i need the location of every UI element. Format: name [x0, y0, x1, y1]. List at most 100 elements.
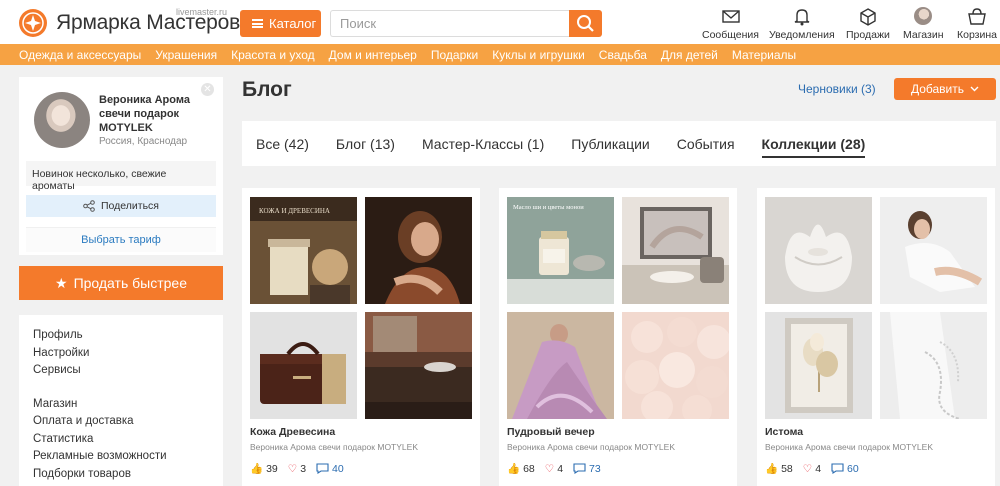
- catalog-button[interactable]: Каталог: [240, 10, 321, 37]
- tab-all[interactable]: Все (42): [256, 136, 309, 152]
- sidebar-item-shop[interactable]: Магазин: [33, 396, 223, 414]
- collection-image[interactable]: [622, 312, 729, 419]
- tab-blog[interactable]: Блог (13): [336, 136, 395, 152]
- collection-title[interactable]: Пудровый вечер: [507, 426, 595, 438]
- nav-shop[interactable]: Магазин: [903, 7, 944, 41]
- collection-card[interactable]: Масло ши и цветы монои Пудровый вечер Ве…: [499, 188, 737, 486]
- profile-note[interactable]: Новинок несколько, свежие ароматы: [26, 161, 216, 192]
- share-button[interactable]: Поделиться: [26, 195, 216, 217]
- sidebar-item-ads[interactable]: Рекламные возможности: [33, 448, 223, 466]
- collection-card[interactable]: КОЖА И ДРЕВЕСИНА Кожа Древесина Вероника…: [242, 188, 480, 486]
- likes-count: 58: [781, 462, 793, 475]
- nav-notifications[interactable]: Уведомления: [769, 7, 835, 41]
- profile-name[interactable]: Вероника Арома свечи подарок MOTYLEK: [99, 93, 214, 135]
- likes-stat[interactable]: 👍 68: [507, 462, 535, 476]
- tab-events[interactable]: События: [677, 136, 735, 152]
- envelope-icon: [721, 10, 740, 23]
- favorites-stat[interactable]: ♡ 3: [288, 463, 306, 475]
- favorites-stat[interactable]: ♡ 4: [803, 463, 821, 475]
- thumbs-up-icon: 👍: [250, 463, 264, 475]
- heart-icon: ♡: [287, 462, 298, 475]
- collection-image[interactable]: Масло ши и цветы монои: [507, 197, 614, 304]
- collection-image[interactable]: [365, 312, 472, 419]
- sidebar-item-collections[interactable]: Подборки товаров: [33, 466, 223, 484]
- sidebar-item-services[interactable]: Сервисы: [33, 362, 223, 380]
- likes-count: 68: [523, 462, 535, 475]
- nav-cart-label: Корзина: [957, 29, 997, 41]
- collection-image[interactable]: [250, 312, 357, 419]
- favorites-stat[interactable]: ♡ 4: [545, 463, 563, 475]
- category-link[interactable]: Украшения: [155, 48, 217, 62]
- add-button[interactable]: Добавить: [894, 78, 996, 100]
- collection-title[interactable]: Истома: [765, 426, 803, 438]
- nav-cart[interactable]: Корзина: [957, 7, 997, 41]
- favorites-count: 4: [815, 462, 822, 475]
- category-link[interactable]: Дом и интерьер: [329, 48, 417, 62]
- tab-master-classes[interactable]: Мастер-Классы (1): [422, 136, 544, 152]
- tab-publications[interactable]: Публикации: [571, 136, 649, 152]
- collection-image[interactable]: [880, 197, 987, 304]
- drafts-link[interactable]: Черновики (3): [798, 82, 876, 96]
- search-button[interactable]: [569, 10, 602, 37]
- comments-count: 60: [847, 462, 859, 475]
- collection-card[interactable]: Истома Вероника Арома свечи подарок MOTY…: [757, 188, 995, 486]
- heart-icon: ♡: [544, 462, 555, 475]
- collection-image[interactable]: [765, 312, 872, 419]
- share-label: Поделиться: [101, 200, 159, 212]
- likes-stat[interactable]: 👍 39: [250, 462, 278, 476]
- profile-avatar[interactable]: [34, 92, 90, 148]
- category-link[interactable]: Куклы и игрушки: [492, 48, 585, 62]
- collection-stats: 👍 58 ♡ 4 60: [765, 462, 859, 476]
- likes-stat[interactable]: 👍 58: [765, 462, 793, 476]
- brand-domain: livemaster.ru: [176, 7, 228, 17]
- likes-count: 39: [266, 462, 278, 475]
- share-icon: [83, 200, 95, 212]
- sidebar-item-payment[interactable]: Оплата и доставка: [33, 413, 223, 431]
- logo-icon[interactable]: [18, 8, 48, 38]
- comments-stat[interactable]: 60: [831, 463, 859, 475]
- favorites-count: 3: [300, 462, 307, 475]
- category-bar: Одежда и аксессуары Украшения Красота и …: [0, 44, 1000, 65]
- collection-author[interactable]: Вероника Арома свечи подарок MOTYLEK: [250, 442, 418, 452]
- comments-count: 73: [589, 462, 601, 475]
- sell-faster-button[interactable]: ★ Продать быстрее: [19, 266, 223, 300]
- sidebar-item-statistics[interactable]: Статистика: [33, 431, 223, 449]
- category-link[interactable]: Свадьба: [599, 48, 647, 62]
- collection-image[interactable]: [880, 312, 987, 419]
- nav-messages-label: Сообщения: [702, 29, 759, 41]
- box-icon: [860, 8, 876, 26]
- comment-icon: [831, 463, 844, 474]
- collection-author[interactable]: Вероника Арома свечи подарок MOTYLEK: [507, 442, 675, 452]
- category-link[interactable]: Подарки: [431, 48, 478, 62]
- close-icon[interactable]: ✕: [201, 83, 214, 96]
- collection-stats: 👍 39 ♡ 3 40: [250, 462, 344, 476]
- collection-image[interactable]: [365, 197, 472, 304]
- favorites-count: 4: [557, 462, 564, 475]
- category-link[interactable]: Одежда и аксессуары: [19, 48, 141, 62]
- profile-location: Россия, Краснодар: [99, 136, 188, 147]
- sell-faster-label: Продать быстрее: [73, 275, 187, 291]
- choose-tariff-link[interactable]: Выбрать тариф: [26, 227, 216, 252]
- sidebar-item-settings[interactable]: Настройки: [33, 345, 223, 363]
- collection-image[interactable]: КОЖА И ДРЕВЕСИНА: [250, 197, 357, 304]
- sidebar-item-profile[interactable]: Профиль: [33, 327, 223, 345]
- search-input[interactable]: [330, 10, 570, 37]
- category-link[interactable]: Для детей: [661, 48, 718, 62]
- category-link[interactable]: Красота и уход: [231, 48, 315, 62]
- collection-image[interactable]: [622, 197, 729, 304]
- collection-image[interactable]: [765, 197, 872, 304]
- collection-title[interactable]: Кожа Древесина: [250, 426, 335, 438]
- collection-author[interactable]: Вероника Арома свечи подарок MOTYLEK: [765, 442, 933, 452]
- nav-messages[interactable]: Сообщения: [702, 7, 759, 41]
- menu-icon: [252, 19, 263, 28]
- category-link[interactable]: Материалы: [732, 48, 796, 62]
- comments-stat[interactable]: 40: [316, 463, 344, 475]
- comments-stat[interactable]: 73: [573, 463, 601, 475]
- comment-icon: [573, 463, 586, 474]
- tab-collections[interactable]: Коллекции (28): [761, 136, 866, 158]
- nav-sales[interactable]: Продажи: [846, 7, 890, 41]
- comments-count: 40: [332, 462, 344, 475]
- search-icon: [577, 15, 594, 32]
- heart-icon: ♡: [802, 462, 813, 475]
- collection-image[interactable]: [507, 312, 614, 419]
